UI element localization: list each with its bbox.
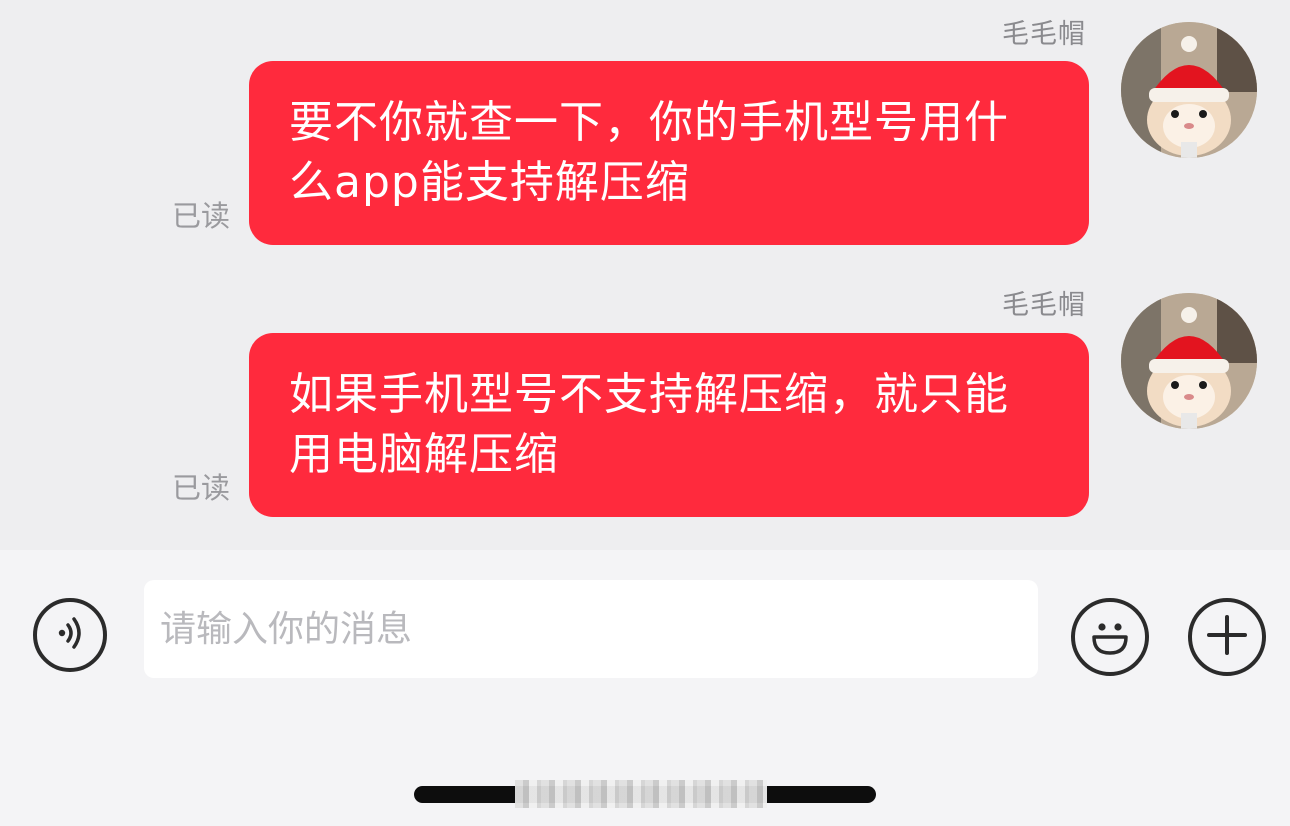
message-bubble[interactable]: 如果手机型号不支持解压缩，就只能用电脑解压缩: [249, 333, 1089, 517]
sender-name: 毛毛帽: [1002, 19, 1086, 50]
emoji-icon: [1082, 607, 1138, 667]
redacted-blur: [515, 780, 767, 808]
chat-area: 毛毛帽 已读 要不你就查一下，你的手机型号用什么app能支持解压缩 毛毛帽 已读…: [0, 0, 1290, 550]
read-status: 已读: [172, 199, 231, 233]
plus-icon: [1203, 611, 1251, 663]
message-input[interactable]: [144, 580, 1038, 678]
sender-name: 毛毛帽: [1002, 290, 1086, 321]
avatar[interactable]: [1121, 22, 1257, 158]
voice-icon: [48, 611, 92, 659]
read-status: 已读: [172, 471, 231, 505]
voice-button[interactable]: [33, 598, 107, 672]
plus-button[interactable]: [1188, 598, 1266, 676]
avatar[interactable]: [1121, 293, 1257, 429]
message-bubble[interactable]: 要不你就查一下，你的手机型号用什么app能支持解压缩: [249, 61, 1089, 245]
emoji-button[interactable]: [1071, 598, 1149, 676]
